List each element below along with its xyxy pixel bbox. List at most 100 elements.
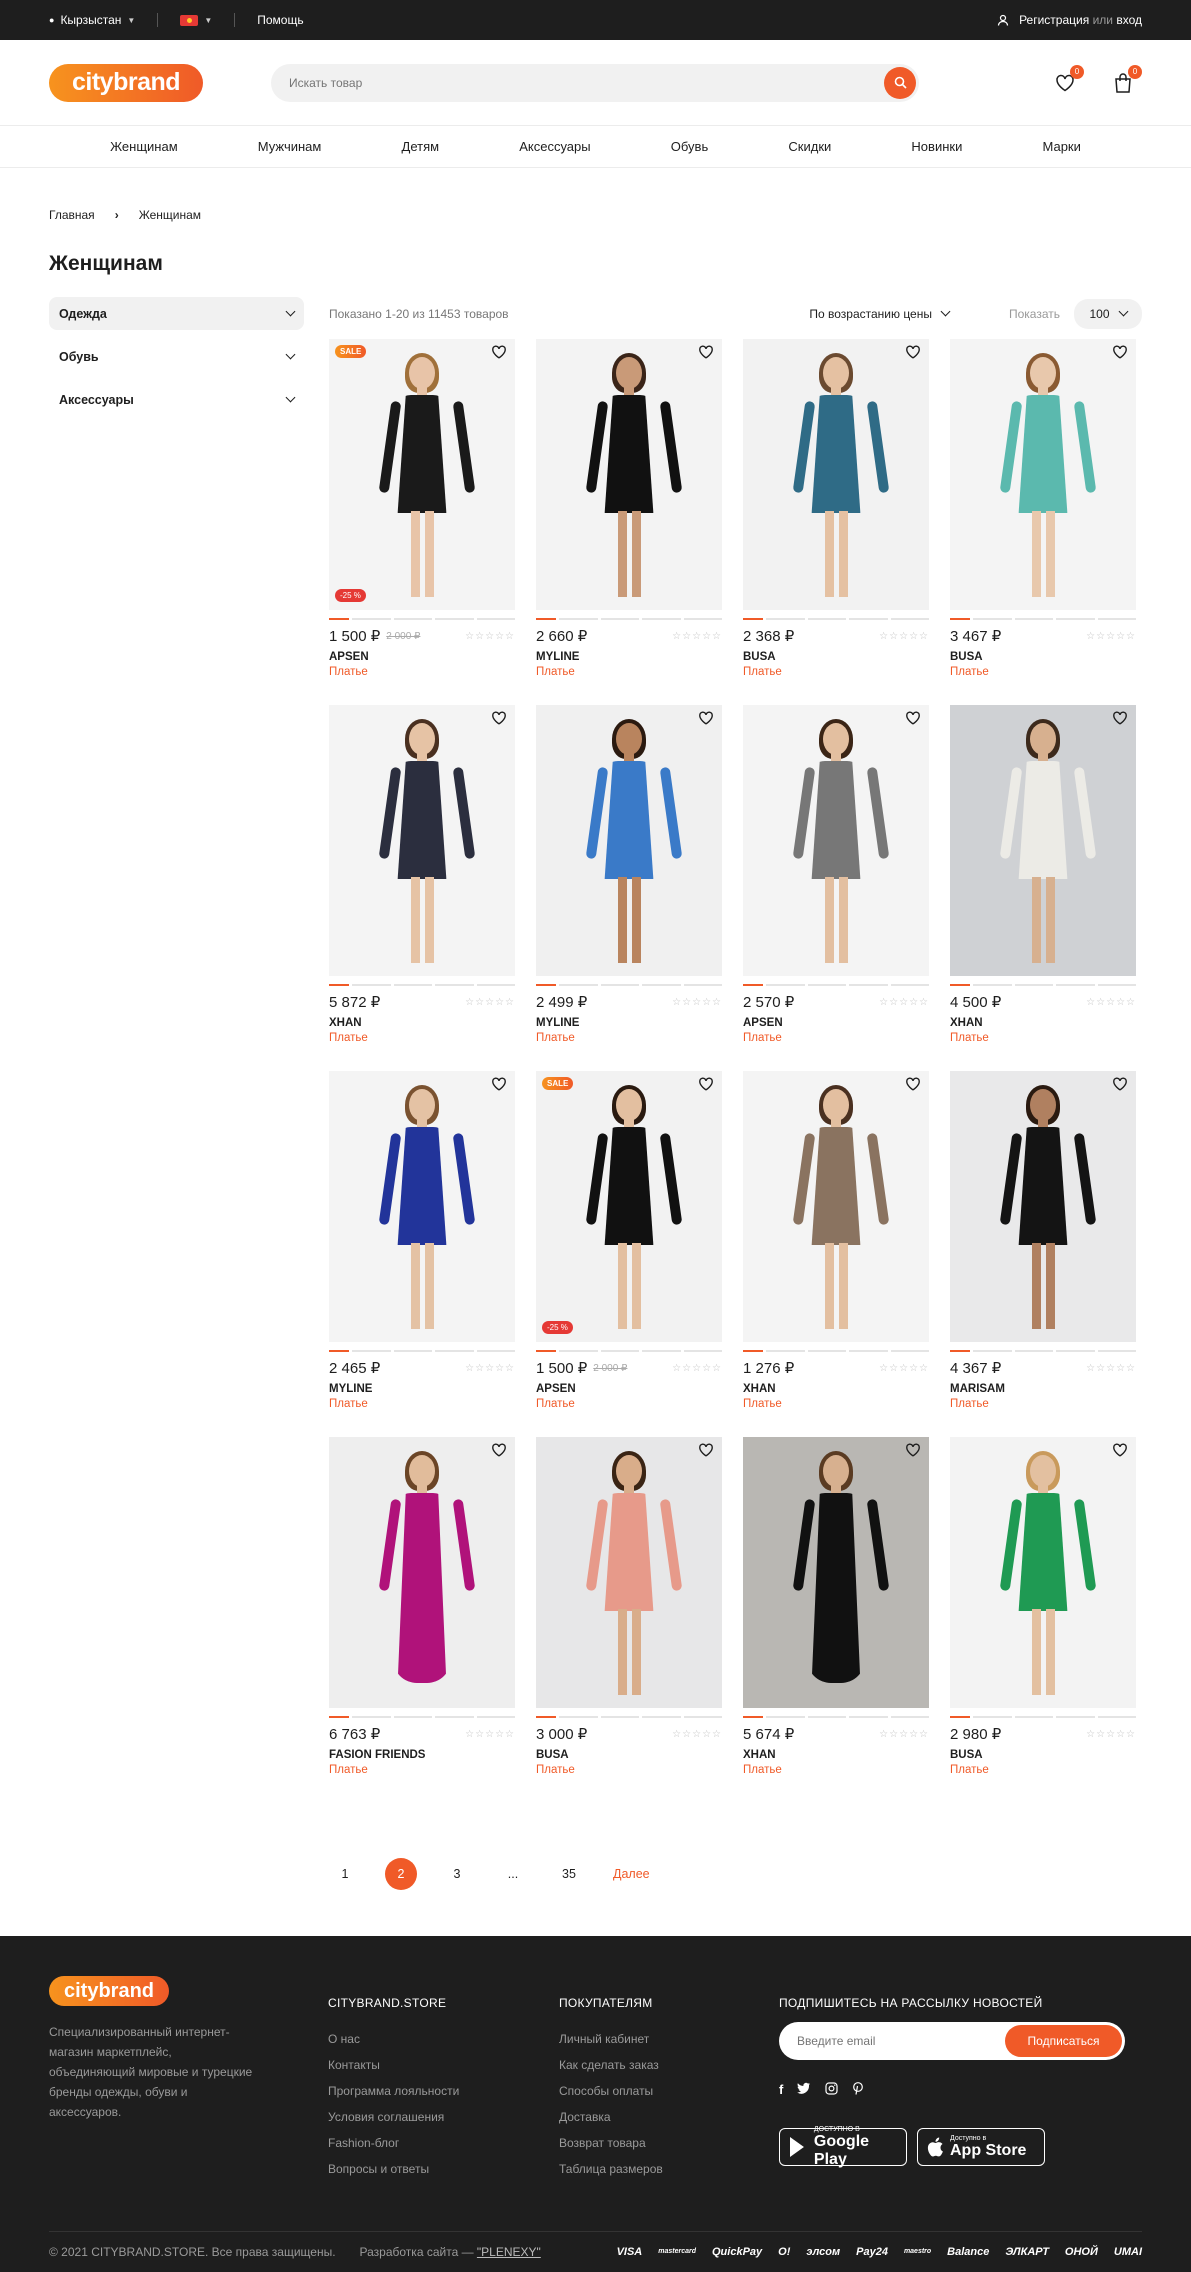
pager-dot[interactable]: [559, 618, 598, 620]
brand-name[interactable]: MYLINE: [329, 1383, 515, 1395]
product-image[interactable]: [743, 1437, 929, 1708]
pager-dot[interactable]: [393, 618, 432, 620]
footer-link[interactable]: Fashion-блог: [328, 2136, 459, 2150]
register-link[interactable]: Регистрация: [1019, 13, 1089, 27]
product-card[interactable]: 2 499 ₽ ☆☆☆☆☆ MYLINE Платье: [536, 705, 722, 1071]
pager-dot[interactable]: [435, 984, 474, 986]
product-type[interactable]: Платье: [743, 1032, 929, 1044]
pager-dot[interactable]: [476, 618, 515, 620]
pager-dot[interactable]: [807, 618, 846, 620]
category-shoes[interactable]: Обувь: [49, 340, 304, 373]
brand-name[interactable]: MARISAM: [950, 1383, 1136, 1395]
brand-name[interactable]: BUSA: [536, 1749, 722, 1761]
pager-dot[interactable]: [1097, 1350, 1136, 1352]
footer-link[interactable]: Возврат товара: [559, 2136, 663, 2150]
logo[interactable]: citybrand: [49, 63, 203, 102]
pager-dot[interactable]: [1014, 1350, 1053, 1352]
pager-dot[interactable]: [536, 1716, 556, 1718]
product-image[interactable]: [329, 1437, 515, 1708]
pager-dot[interactable]: [766, 1350, 805, 1352]
pager-dot[interactable]: [766, 1716, 805, 1718]
pager-dot[interactable]: [329, 1716, 349, 1718]
product-image[interactable]: SALE -25 %: [329, 339, 515, 610]
product-card[interactable]: 4 500 ₽ ☆☆☆☆☆ XHAN Платье: [950, 705, 1136, 1071]
product-image[interactable]: SALE -25 %: [536, 1071, 722, 1342]
pager-dot[interactable]: [683, 1350, 722, 1352]
pager-dot[interactable]: [973, 618, 1012, 620]
nav-item[interactable]: Женщинам: [110, 139, 178, 154]
pager-dot[interactable]: [559, 1350, 598, 1352]
heart-icon[interactable]: [698, 345, 716, 363]
pager-dot[interactable]: [1056, 1350, 1095, 1352]
product-type[interactable]: Платье: [743, 1398, 929, 1410]
brand-name[interactable]: XHAN: [950, 1017, 1136, 1029]
pager-dot[interactable]: [1056, 984, 1095, 986]
pager-dot[interactable]: [476, 1350, 515, 1352]
brand-name[interactable]: BUSA: [950, 651, 1136, 663]
product-card[interactable]: 5 674 ₽ ☆☆☆☆☆ XHAN Платье: [743, 1437, 929, 1803]
page-link[interactable]: 2: [385, 1858, 417, 1890]
pager-dot[interactable]: [766, 984, 805, 986]
product-type[interactable]: Платье: [329, 666, 515, 678]
brand-name[interactable]: APSEN: [536, 1383, 722, 1395]
pager-dot[interactable]: [683, 984, 722, 986]
developer-link[interactable]: "PLENEXY": [477, 2245, 541, 2259]
footer-link[interactable]: Личный кабинет: [559, 2032, 663, 2046]
pager-dot[interactable]: [1014, 984, 1053, 986]
footer-link[interactable]: Контакты: [328, 2058, 459, 2072]
app-store-badge[interactable]: Доступно в App Store: [917, 2128, 1045, 2166]
pinterest-icon[interactable]: [852, 2082, 864, 2095]
heart-icon[interactable]: [491, 1443, 509, 1461]
pager-dot[interactable]: [393, 984, 432, 986]
category-accessories[interactable]: Аксессуары: [49, 383, 304, 416]
pager-dot[interactable]: [559, 1716, 598, 1718]
product-card[interactable]: SALE -25 % 1 500 ₽ 2 000 ₽ ☆☆☆☆☆ APSEN Платье: [536, 1071, 722, 1437]
product-image[interactable]: [743, 339, 929, 610]
pager-dot[interactable]: [766, 618, 805, 620]
pager-dot[interactable]: [973, 1716, 1012, 1718]
product-type[interactable]: Платье: [536, 1032, 722, 1044]
breadcrumb-home[interactable]: Главная: [49, 208, 95, 222]
product-image[interactable]: [536, 339, 722, 610]
pager-dot[interactable]: [950, 1350, 970, 1352]
pager-dot[interactable]: [1056, 1716, 1095, 1718]
brand-name[interactable]: XHAN: [743, 1749, 929, 1761]
pager-dot[interactable]: [476, 1716, 515, 1718]
pager-dot[interactable]: [683, 1716, 722, 1718]
pager-dot[interactable]: [973, 1350, 1012, 1352]
pager-dot[interactable]: [973, 984, 1012, 986]
pager-dot[interactable]: [1097, 1716, 1136, 1718]
pager-dot[interactable]: [642, 1350, 681, 1352]
heart-icon[interactable]: [1112, 1077, 1130, 1095]
heart-icon[interactable]: [1112, 1443, 1130, 1461]
pager-dot[interactable]: [536, 1350, 556, 1352]
pager-dot[interactable]: [600, 1350, 639, 1352]
facebook-icon[interactable]: f: [779, 2082, 783, 2097]
search-input[interactable]: [289, 75, 884, 90]
heart-icon[interactable]: [905, 711, 923, 729]
product-card[interactable]: 2 465 ₽ ☆☆☆☆☆ MYLINE Платье: [329, 1071, 515, 1437]
pager-dot[interactable]: [559, 984, 598, 986]
nav-item[interactable]: Мужчинам: [258, 139, 322, 154]
pager-dot[interactable]: [849, 1716, 888, 1718]
heart-icon[interactable]: [698, 1443, 716, 1461]
pager-dot[interactable]: [329, 618, 349, 620]
product-type[interactable]: Платье: [950, 1764, 1136, 1776]
pager-dot[interactable]: [743, 618, 763, 620]
pager-dot[interactable]: [642, 618, 681, 620]
product-card[interactable]: SALE -25 % 1 500 ₽ 2 000 ₽ ☆☆☆☆☆ APSEN Платье: [329, 339, 515, 705]
product-image[interactable]: [950, 1071, 1136, 1342]
product-card[interactable]: 2 368 ₽ ☆☆☆☆☆ BUSA Платье: [743, 339, 929, 705]
pager-dot[interactable]: [890, 1716, 929, 1718]
pager-dot[interactable]: [807, 984, 846, 986]
page-link[interactable]: 1: [329, 1858, 361, 1890]
product-type[interactable]: Платье: [743, 666, 929, 678]
product-type[interactable]: Платье: [950, 1398, 1136, 1410]
pager-dot[interactable]: [329, 984, 349, 986]
pager-dot[interactable]: [950, 984, 970, 986]
footer-link[interactable]: Таблица размеров: [559, 2162, 663, 2176]
per-page-select[interactable]: 100: [1074, 298, 1142, 329]
nav-item[interactable]: Детям: [402, 139, 440, 154]
pager-dot[interactable]: [890, 618, 929, 620]
nav-item[interactable]: Новинки: [911, 139, 962, 154]
